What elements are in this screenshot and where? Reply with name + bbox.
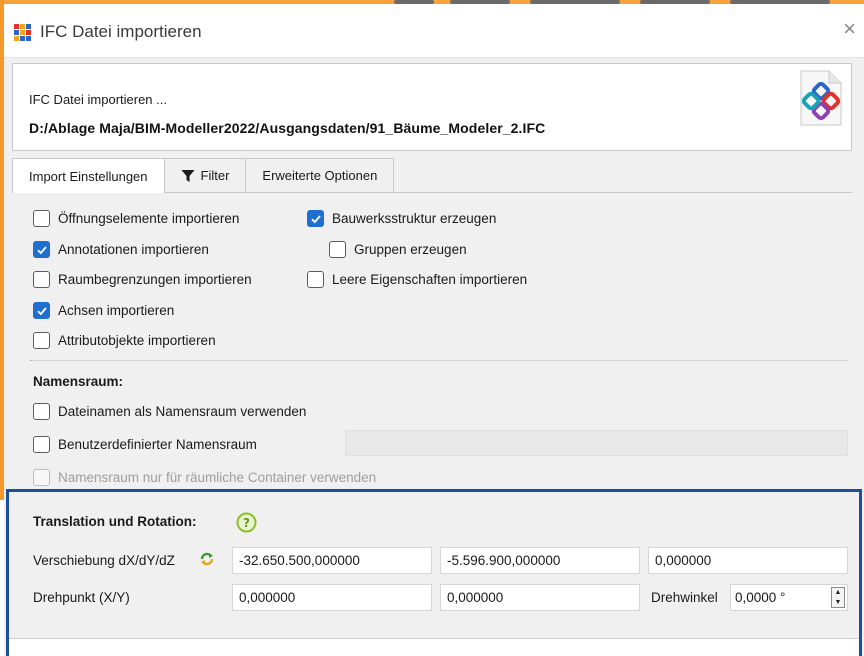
checkbox-label: Leere Eigenschaften importieren (332, 272, 528, 287)
checkbox[interactable] (33, 332, 50, 349)
dy-input[interactable]: -5.596.900,000000 (440, 547, 640, 574)
checkbox-label: Benutzerdefinierter Namensraum (58, 437, 257, 452)
translation-heading: Translation und Rotation: (33, 514, 197, 529)
filter-icon (181, 169, 195, 182)
spin-up-icon[interactable]: ▲ (835, 589, 842, 596)
tab-bar: Import Einstellungen Filter Erweiterte O… (12, 158, 395, 193)
titlebar: IFC Datei importieren × (4, 4, 864, 58)
option-import-attribute-objects[interactable]: Attributobjekte importieren (33, 332, 216, 349)
checkbox[interactable] (33, 241, 50, 258)
app-icon (13, 23, 31, 41)
rotation-label: Drehwinkel (651, 590, 718, 605)
spin-buttons[interactable]: ▲ ▼ (831, 587, 845, 608)
tab-label: Import Einstellungen (29, 168, 148, 184)
checkbox-label: Annotationen importieren (58, 242, 209, 257)
pivot-x-input[interactable]: 0,000000 (232, 584, 432, 611)
spin-down-icon[interactable]: ▼ (835, 599, 842, 606)
checkbox-label: Raumbegrenzungen importieren (58, 272, 252, 287)
help-icon[interactable]: ? (236, 512, 257, 533)
rotation-value: 0,0000 ° (735, 590, 786, 605)
pivot-label: Drehpunkt (X/Y) (33, 590, 130, 605)
tab-import-settings[interactable]: Import Einstellungen (12, 158, 165, 193)
bottom-panel (9, 638, 859, 656)
checkbox-label: Gruppen erzeugen (354, 242, 467, 257)
option-import-empty-properties[interactable]: Leere Eigenschaften importieren (307, 271, 527, 288)
tab-label: Erweiterte Optionen (262, 168, 378, 183)
checkbox[interactable] (33, 469, 50, 486)
separator (30, 360, 848, 361)
option-import-space-boundaries[interactable]: Raumbegrenzungen importieren (33, 271, 252, 288)
option-create-building-structure[interactable]: Bauwerksstruktur erzeugen (307, 210, 496, 227)
checkbox[interactable] (307, 271, 324, 288)
check-icon (310, 214, 321, 223)
checkbox[interactable] (307, 210, 324, 227)
checkbox[interactable] (329, 241, 346, 258)
rotation-spinner[interactable]: 0,0000 ° ▲ ▼ (730, 584, 848, 611)
pivot-y-input[interactable]: 0,000000 (440, 584, 640, 611)
option-create-groups[interactable]: Gruppen erzeugen (329, 241, 467, 258)
option-import-openings[interactable]: Öffnungselemente importieren (33, 210, 239, 227)
checkbox[interactable] (33, 210, 50, 227)
checkbox-label: Dateinamen als Namensraum verwenden (58, 404, 307, 419)
checkbox-label: Bauwerksstruktur erzeugen (332, 211, 497, 226)
check-icon (36, 245, 47, 254)
checkbox-label: Achsen importieren (58, 303, 175, 318)
option-filename-namespace[interactable]: Dateinamen als Namensraum verwenden (33, 403, 306, 420)
file-header-panel: IFC Datei importieren ... D:/Ablage Maja… (12, 63, 852, 151)
tab-advanced-options[interactable]: Erweiterte Optionen (245, 158, 395, 192)
custom-namespace-input[interactable] (345, 430, 848, 456)
svg-text:?: ? (243, 516, 250, 530)
option-custom-namespace[interactable]: Benutzerdefinierter Namensraum (33, 436, 257, 453)
checkbox-label: Öffnungselemente importieren (58, 211, 240, 226)
dx-input[interactable]: -32.650.500,000000 (232, 547, 432, 574)
option-import-annotations[interactable]: Annotationen importieren (33, 241, 209, 258)
shift-label: Verschiebung dX/dY/dZ (33, 553, 175, 568)
window-title: IFC Datei importieren (40, 22, 202, 41)
checkbox-label: Namensraum nur für räumliche Container v… (58, 470, 377, 485)
option-import-axes[interactable]: Achsen importieren (33, 302, 174, 319)
dz-input[interactable]: 0,000000 (648, 547, 848, 574)
namespace-heading: Namensraum: (33, 374, 124, 389)
checkbox[interactable] (33, 436, 50, 453)
file-path: D:/Ablage Maja/BIM-Modeller2022/Ausgangs… (29, 120, 546, 136)
header-caption: IFC Datei importieren ... (29, 92, 167, 107)
check-icon (36, 306, 47, 315)
tab-filter[interactable]: Filter (163, 158, 247, 192)
tab-label: Filter (200, 168, 230, 183)
checkbox[interactable] (33, 302, 50, 319)
checkbox[interactable] (33, 403, 50, 420)
ifc-logo-icon (800, 70, 842, 126)
refresh-icon[interactable] (199, 551, 215, 567)
close-icon[interactable]: × (843, 18, 856, 40)
option-namespace-spatial-containers[interactable]: Namensraum nur für räumliche Container v… (33, 469, 376, 486)
checkbox[interactable] (33, 271, 50, 288)
checkbox-label: Attributobjekte importieren (58, 333, 216, 348)
